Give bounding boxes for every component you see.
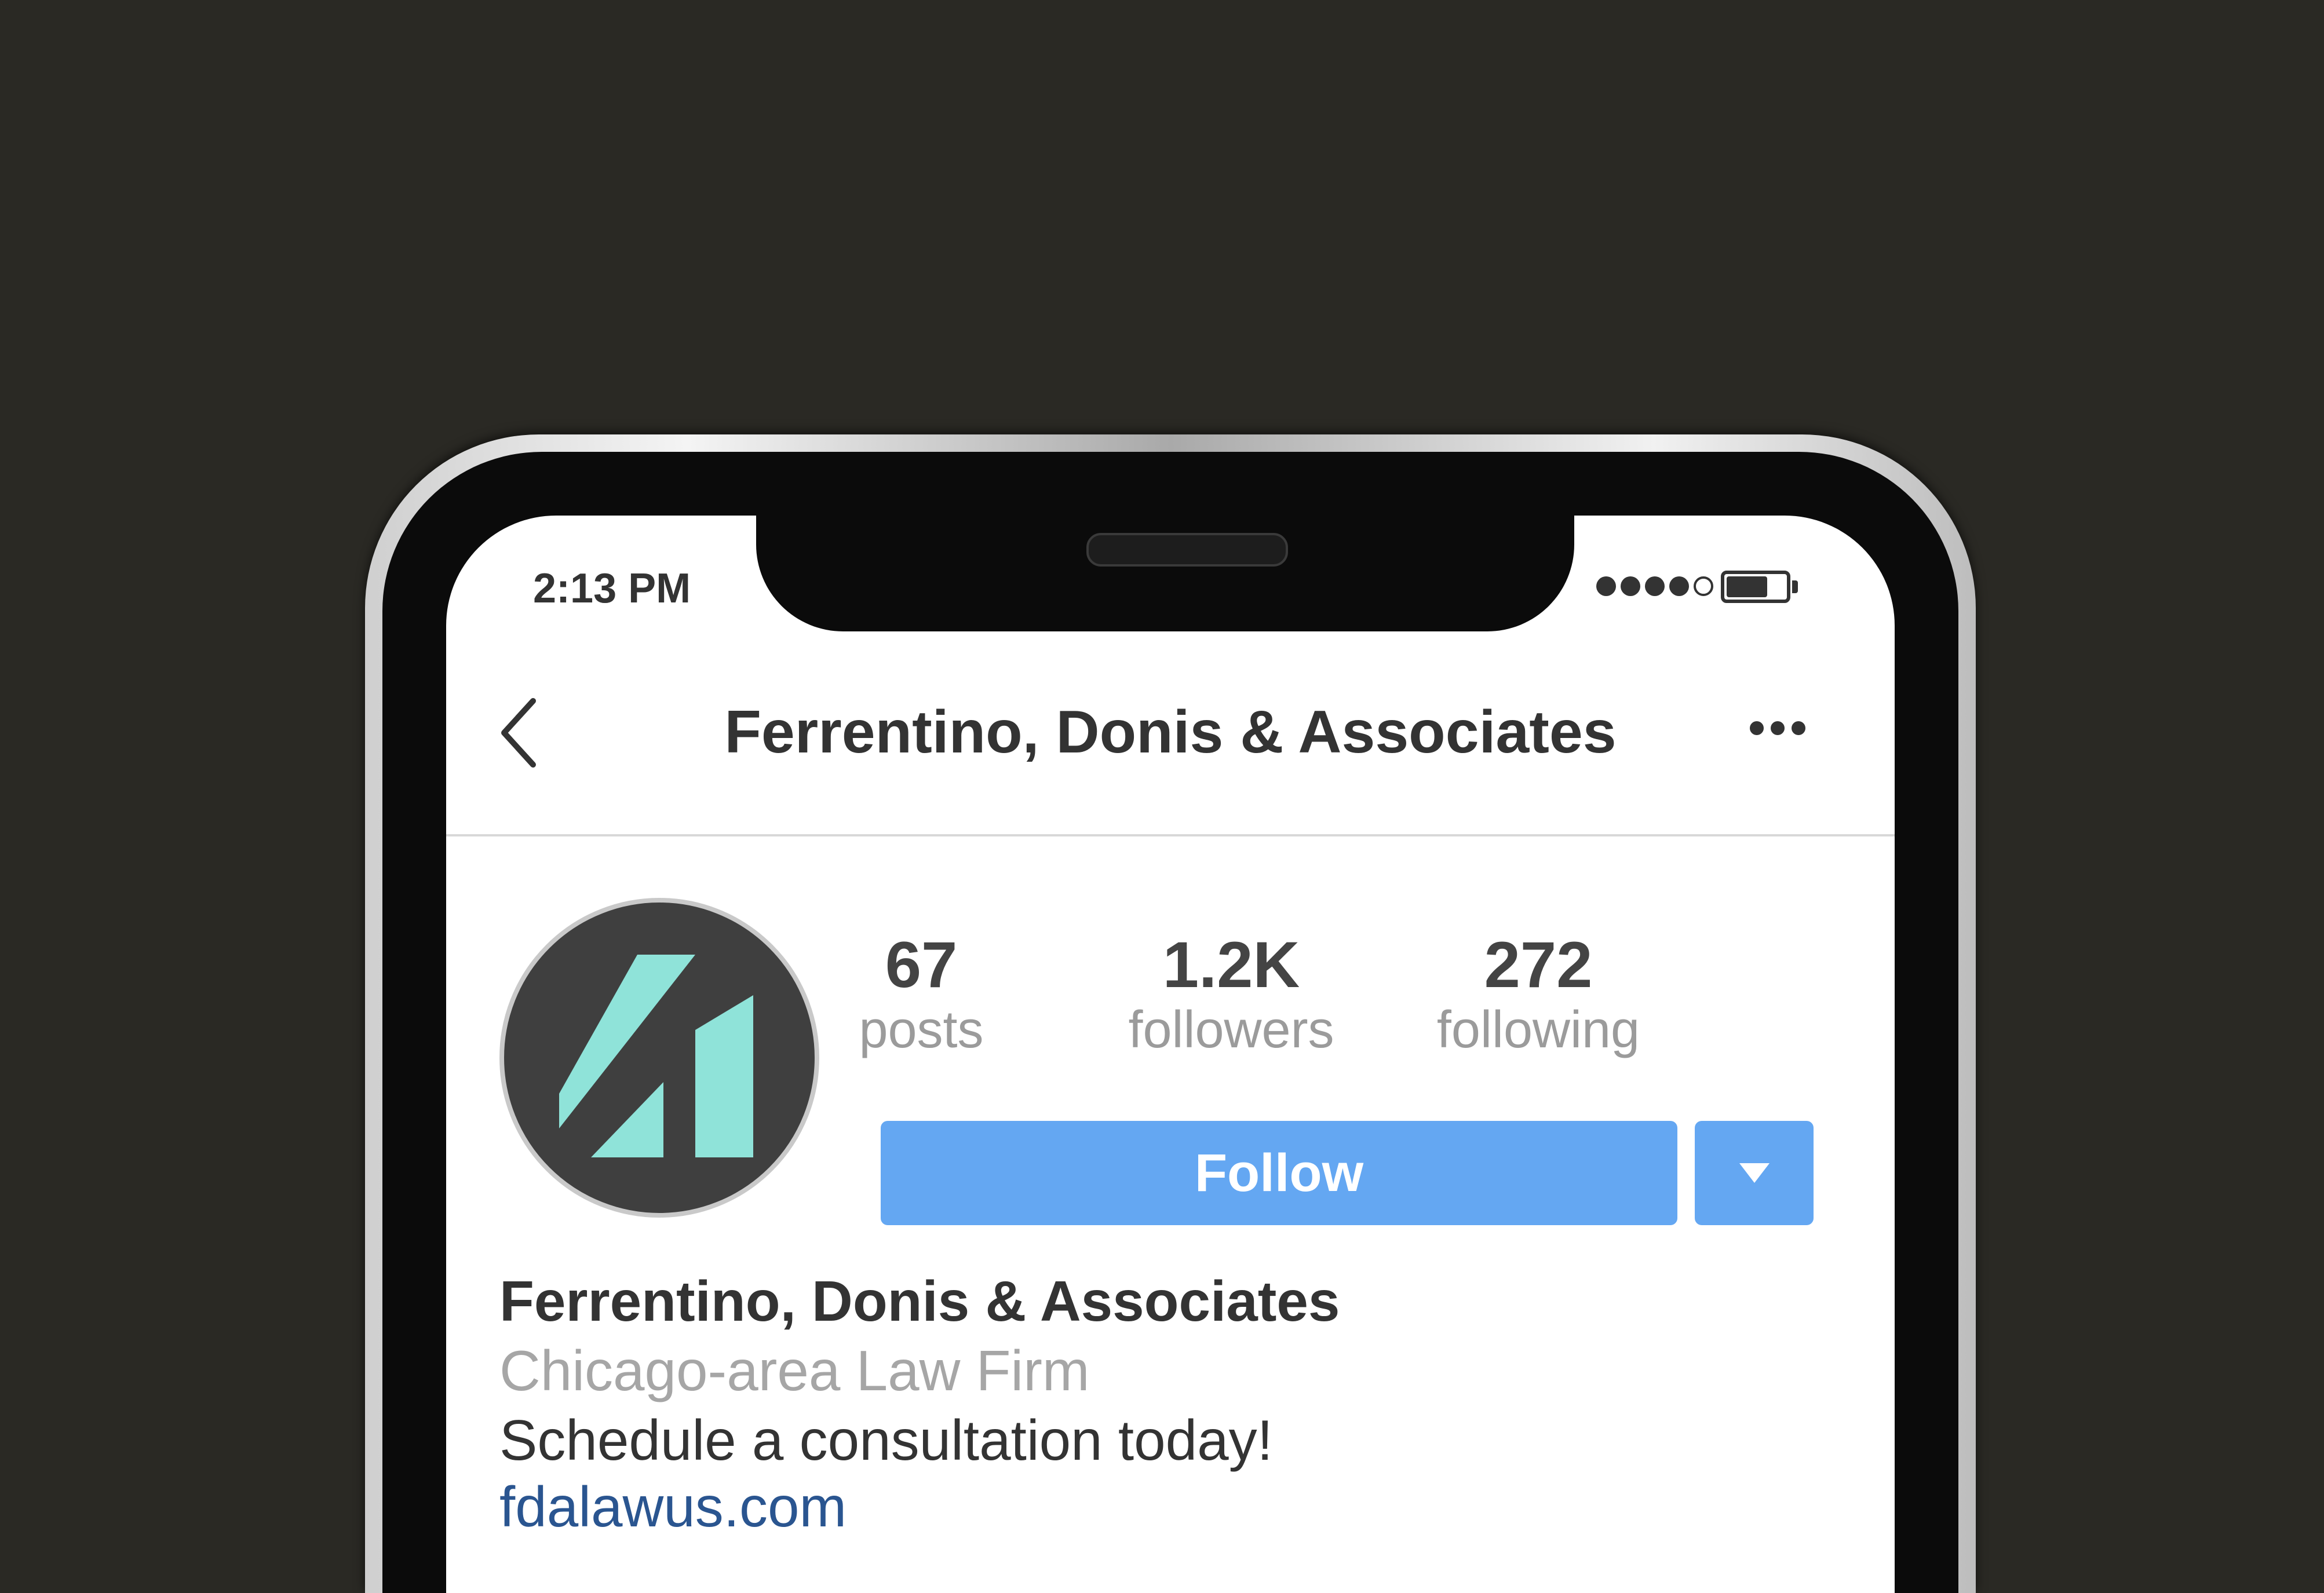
signal-dot-empty bbox=[1694, 576, 1713, 596]
stat-posts[interactable]: 67 posts bbox=[771, 933, 1072, 1063]
signal-dot bbox=[1621, 576, 1640, 596]
follow-button[interactable]: Follow bbox=[881, 1121, 1677, 1225]
phone-frame: 2:13 PM Ferrentino, Donis & Associates 6… bbox=[365, 434, 1976, 1593]
stat-label: followers bbox=[1128, 1001, 1334, 1059]
signal-icon bbox=[1596, 576, 1713, 596]
stat-value: 67 bbox=[885, 929, 958, 1001]
page-title: Ferrentino, Donis & Associates bbox=[724, 699, 1617, 766]
ellipsis-dot bbox=[1771, 721, 1785, 735]
stat-value: 1.2K bbox=[1162, 929, 1300, 1001]
ellipsis-icon[interactable] bbox=[1750, 721, 1805, 735]
status-time: 2:13 PM bbox=[533, 565, 691, 612]
signal-dot bbox=[1645, 576, 1665, 596]
battery-tip bbox=[1792, 580, 1798, 593]
battery-icon bbox=[1721, 571, 1790, 603]
signal-dot bbox=[1669, 576, 1689, 596]
stat-followers[interactable]: 1.2K followers bbox=[1081, 933, 1382, 1063]
notch bbox=[756, 516, 1574, 631]
header-divider bbox=[446, 834, 1895, 836]
bio-text: Schedule a consultation today! bbox=[499, 1408, 1273, 1472]
ellipsis-dot bbox=[1792, 721, 1805, 735]
battery-fill bbox=[1727, 576, 1767, 597]
bio-category: Chicago-area Law Firm bbox=[499, 1339, 1090, 1402]
caret-down-icon bbox=[1739, 1163, 1770, 1183]
ellipsis-dot bbox=[1750, 721, 1764, 735]
bio-name: Ferrentino, Donis & Associates bbox=[499, 1269, 1340, 1333]
speaker-grille bbox=[1086, 533, 1288, 567]
stat-following[interactable]: 272 following bbox=[1388, 933, 1689, 1063]
stat-label: following bbox=[1436, 1001, 1640, 1059]
suggestions-dropdown-button[interactable] bbox=[1695, 1121, 1814, 1225]
bio-link[interactable]: fdalawus.com bbox=[499, 1474, 847, 1540]
stat-label: posts bbox=[859, 1001, 984, 1059]
logo bbox=[559, 955, 753, 1157]
phone-screen: 2:13 PM Ferrentino, Donis & Associates 6… bbox=[446, 516, 1895, 1593]
phone-bezel: 2:13 PM Ferrentino, Donis & Associates 6… bbox=[382, 452, 1958, 1593]
stat-value: 272 bbox=[1484, 929, 1593, 1001]
signal-dot bbox=[1596, 576, 1616, 596]
